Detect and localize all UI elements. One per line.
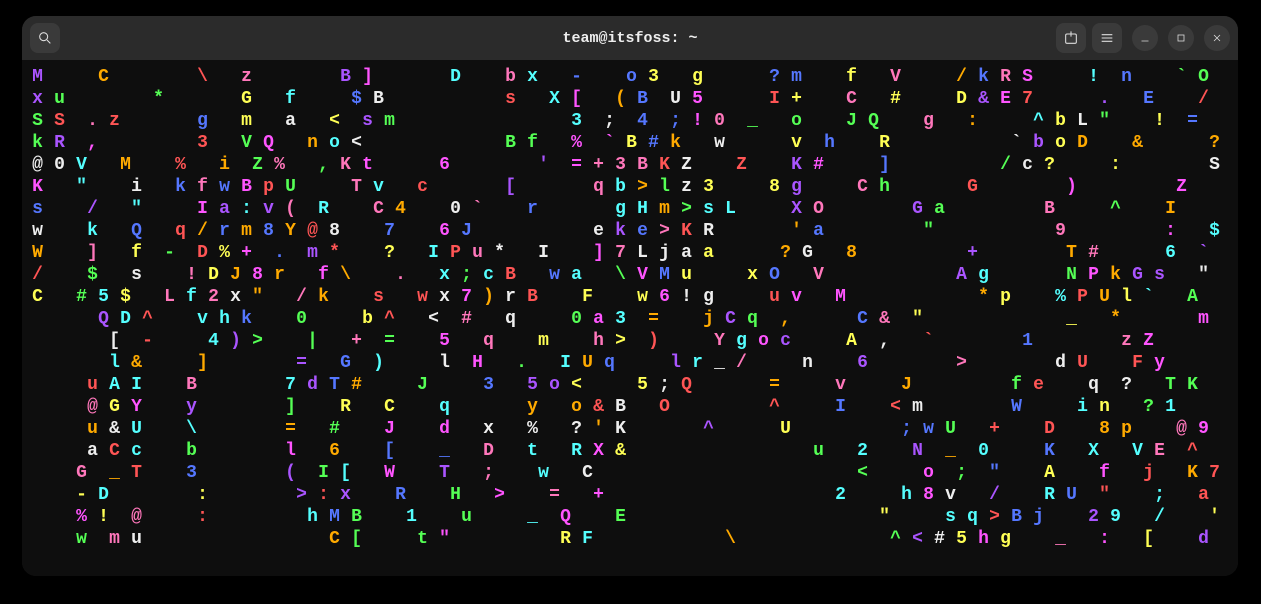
- hamburger-icon: [1099, 30, 1115, 46]
- terminal-row: / $ s ! D J 8 r f \ . x ; c B w a \ V M …: [32, 264, 1228, 286]
- terminal-row: u & U \ = # J d x % ? ' K ^ U ; w U + D …: [32, 418, 1228, 440]
- terminal-row: Q D ^ v h k 0 b ^ < # q 0 a 3 = j C q , …: [32, 308, 1228, 330]
- terminal-window: team@itsfoss: ~ M C \ z B ] D b x: [22, 16, 1238, 576]
- search-icon: [37, 30, 53, 46]
- terminal-row: M C \ z B ] D b x - o 3 g ? m f V / k R …: [32, 66, 1228, 88]
- terminal-row: K " i k f w B p U T v c [ q b > l z 3 8 …: [32, 176, 1228, 198]
- terminal-row: k R , 3 V Q n o < B f % ` B # k w v h R …: [32, 132, 1228, 154]
- maximize-icon: [1175, 32, 1187, 44]
- minimize-button[interactable]: [1132, 25, 1158, 51]
- terminal-view[interactable]: M C \ z B ] D b x - o 3 g ? m f V / k R …: [22, 60, 1238, 576]
- terminal-row: % ! @ : h M B 1 u _ Q E " s q > B j 2 9 …: [32, 506, 1228, 528]
- matrix-output: M C \ z B ] D b x - o 3 g ? m f V / k R …: [32, 66, 1228, 550]
- search-button[interactable]: [30, 23, 60, 53]
- terminal-row: C # 5 $ L f 2 x " / k s w x 7 ) r B F w …: [32, 286, 1228, 308]
- terminal-row: @ 0 V M % i Z % , K t 6 ' = + 3 B K Z Z …: [32, 154, 1228, 176]
- terminal-row: W ] f - D % + . m * ? I P u * I ] 7 L j …: [32, 242, 1228, 264]
- terminal-row: w m u C [ t " R F \ ^ < # 5 h g _ : [ d: [32, 528, 1228, 550]
- titlebar: team@itsfoss: ~: [22, 16, 1238, 60]
- terminal-row: G _ T 3 ( I [ W T ; w C < o ; " A f j K …: [32, 462, 1228, 484]
- terminal-row: @ G Y y ] R C q y o & B O ^ I < m W i n …: [32, 396, 1228, 418]
- terminal-row: - D : > : x R H > = + 2 h 8 v / R U " ; …: [32, 484, 1228, 506]
- terminal-row: [ - 4 ) > | + = 5 q m h > ) Y g o c A , …: [32, 330, 1228, 352]
- terminal-row: a C c b l 6 [ _ D t R X & u 2 N _ 0 K X …: [32, 440, 1228, 462]
- maximize-button[interactable]: [1168, 25, 1194, 51]
- close-button[interactable]: [1204, 25, 1230, 51]
- terminal-row: S S . z g m a < s m 3 ; 4 ; ! 0 _ o J Q …: [32, 110, 1228, 132]
- terminal-row: x u * G f $ B s X [ ( B U 5 I + C # D & …: [32, 88, 1228, 110]
- menu-button[interactable]: [1092, 23, 1122, 53]
- terminal-row: u A I B 7 d T # J 3 5 o < 5 ; Q = v J f …: [32, 374, 1228, 396]
- minimize-icon: [1139, 32, 1151, 44]
- new-tab-icon: [1063, 30, 1079, 46]
- close-icon: [1211, 32, 1223, 44]
- terminal-row: l & ] = G ) l H . I U q l r _ / n 6 > d …: [32, 352, 1228, 374]
- new-tab-button[interactable]: [1056, 23, 1086, 53]
- terminal-row: s / " I a : v ( R C 4 0 ` r g H m > s L …: [32, 198, 1228, 220]
- terminal-row: w k Q q / r m 8 Y @ 8 7 6 J e k e > K R …: [32, 220, 1228, 242]
